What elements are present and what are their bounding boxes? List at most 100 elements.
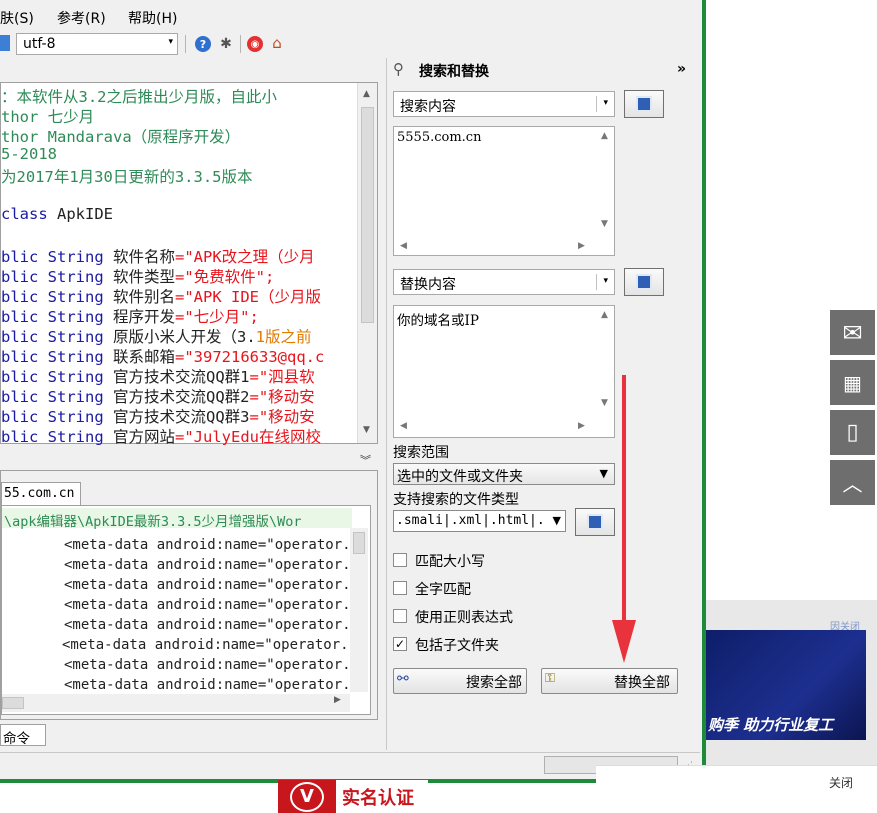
code-token: ="APK IDE（少月版 <box>175 288 321 306</box>
replace-textarea[interactable]: 你的域名或IP ▲ ▼ ◀ ▶ <box>393 305 615 438</box>
ad-banner-text: 购季 助力行业复工 <box>708 716 834 734</box>
option-checkbox[interactable] <box>393 609 407 623</box>
results-hscroll-thumb[interactable] <box>2 697 24 709</box>
option-checkbox[interactable] <box>393 553 407 567</box>
scroll-right-icon[interactable]: ▶ <box>578 241 585 251</box>
result-line[interactable]: <meta-data android:name="operator.c <box>62 637 357 653</box>
code-token: 官方网站 <box>112 428 175 446</box>
code-line: blic String 官方技术交流QQ群2="移动安 <box>1 385 315 407</box>
code-token: blic String <box>1 408 113 426</box>
code-token: 官方技术交流QQ群3 <box>112 408 250 426</box>
result-line[interactable]: <meta-data android:name="operator.c <box>64 657 359 673</box>
code-line: 为2017年1月30日更新的3.3.5版本 <box>1 165 252 187</box>
results-vertical-scrollbar[interactable] <box>350 528 368 692</box>
help-icon[interactable]: ? <box>195 36 211 52</box>
search-options-button[interactable] <box>624 90 664 118</box>
panel-collapse-button[interactable]: » <box>677 61 686 77</box>
scroll-left-icon[interactable]: ◀ <box>400 241 407 251</box>
replace-content-combo[interactable]: 替换内容 ▾ <box>393 269 615 295</box>
scroll-down-icon[interactable]: ▼ <box>601 219 608 229</box>
code-line: 5-2018 <box>1 145 57 163</box>
code-line: class ApkIDE <box>1 205 113 223</box>
code-token: blic String <box>1 428 113 446</box>
save-icon[interactable] <box>0 35 10 51</box>
code-token: 软件名称 <box>112 248 175 266</box>
code-token: 1版之前 <box>255 328 312 346</box>
back-to-top-button[interactable]: ︿ <box>830 460 875 505</box>
menu-skin[interactable]: 肤(S) <box>0 8 34 28</box>
options-icon <box>636 274 652 290</box>
code-token: ="397216633@qq.c <box>175 348 325 366</box>
results-horizontal-scrollbar[interactable]: ▶ <box>2 694 350 712</box>
option-label[interactable]: 匹配大小写 <box>415 551 485 571</box>
code-editor[interactable]: ：本软件从3.2之后推出少月版，自此小 thor 七少月 thor Mandarav… <box>0 82 378 446</box>
editor-scroll-thumb[interactable] <box>361 107 374 323</box>
results-list: \apk编辑器\ApkIDE最新3.3.5少月增强版\Wor <meta-dat… <box>1 505 371 715</box>
search-textarea[interactable]: 5555.com.cn ▲ ▼ ◀ ▶ <box>393 126 615 256</box>
code-token: class <box>1 205 57 223</box>
result-line[interactable]: <meta-data android:name="operator.u <box>64 557 359 573</box>
editor-vertical-scrollbar[interactable]: ▲ ▼ <box>357 83 377 443</box>
code-line: thor 七少月 <box>1 105 94 127</box>
file-types-label: 支持搜索的文件类型 <box>393 492 519 508</box>
scroll-up-icon[interactable]: ▲ <box>601 131 608 141</box>
search-all-button[interactable]: ⚯ 搜索全部 <box>393 668 527 694</box>
qrcode-icon: ▦ <box>843 370 862 395</box>
search-replace-panel: ⚲ 搜索和替换 » 搜索内容 ▾ 5555.com.cn ▲ ▼ ◀ ▶ 替换内… <box>386 58 698 750</box>
file-types-select[interactable]: .smali|.xml|.html|. ▼ <box>393 510 566 532</box>
code-token: blic String <box>1 388 113 406</box>
double-chevron-down-icon[interactable]: ︾ <box>360 452 371 468</box>
ad-close-button[interactable]: 关闭 <box>829 774 853 791</box>
option-label[interactable]: 使用正则表达式 <box>415 607 513 627</box>
menu-reference[interactable]: 参考(R) <box>57 8 106 28</box>
code-token: ="泗县软 <box>249 368 315 386</box>
replace-all-button[interactable]: ⚿ 替换全部 <box>541 668 678 694</box>
code-line: thor Mandarava（原程序开发） <box>1 125 240 147</box>
bug-icon[interactable]: ✱ <box>218 36 234 52</box>
result-line[interactable]: <meta-data android:name="operator.c <box>64 677 359 693</box>
results-tab[interactable]: 55.com.cn <box>1 482 81 505</box>
chevron-down-icon: ▾ <box>168 37 173 47</box>
result-line[interactable]: <meta-data android:name="operator.u <box>64 537 359 553</box>
scroll-up-icon[interactable]: ▲ <box>601 310 608 320</box>
code-token: 软件别名 <box>112 288 175 306</box>
chevron-down-icon: ▾ <box>603 276 608 286</box>
result-line[interactable]: <meta-data android:name="operator.a <box>64 617 359 633</box>
scroll-up-icon[interactable]: ▲ <box>363 89 370 99</box>
option-label[interactable]: 全字匹配 <box>415 579 471 599</box>
option-checkbox[interactable]: ✓ <box>393 637 407 651</box>
result-line[interactable]: <meta-data android:name="operator.u <box>64 577 359 593</box>
search-textarea-hscroll[interactable]: ◀ ▶ <box>394 239 598 255</box>
replace-options-button[interactable] <box>624 268 664 296</box>
option-label[interactable]: 包括子文件夹 <box>415 635 499 655</box>
menu-help[interactable]: 帮助(H) <box>128 8 177 28</box>
replace-textarea-hscroll[interactable]: ◀ ▶ <box>394 419 598 435</box>
scroll-right-icon[interactable]: ▶ <box>334 695 341 705</box>
search-content-combo[interactable]: 搜索内容 ▾ <box>393 91 615 117</box>
encoding-select[interactable]: utf-8 ▾ <box>16 33 178 55</box>
command-tab[interactable]: 命令 <box>0 724 46 747</box>
scroll-right-icon[interactable]: ▶ <box>578 421 585 431</box>
scroll-left-icon[interactable]: ◀ <box>400 421 407 431</box>
chevron-down-icon: ▾ <box>603 98 608 108</box>
mobile-button[interactable]: ▯ <box>830 410 875 455</box>
verification-badge[interactable]: V 实名认证 <box>278 780 428 813</box>
weibo-icon[interactable]: ◉ <box>247 36 263 52</box>
home-icon[interactable]: ⌂ <box>269 34 285 52</box>
results-scroll-thumb[interactable] <box>353 532 365 554</box>
qrcode-button[interactable]: ▦ <box>830 360 875 405</box>
code-token: blic String <box>1 328 113 346</box>
option-checkbox[interactable] <box>393 581 407 595</box>
search-textarea-vscroll[interactable]: ▲ ▼ <box>598 127 614 237</box>
code-line: blic String 原版小米人开发（3.1版之前 <box>1 325 312 347</box>
result-line[interactable]: <meta-data android:name="operator.u <box>64 597 359 613</box>
ad-banner[interactable]: 购季 助力行业复工 <box>706 630 866 740</box>
mail-button[interactable]: ✉ <box>830 310 875 355</box>
scroll-down-icon[interactable]: ▼ <box>601 398 608 408</box>
scroll-down-icon[interactable]: ▼ <box>363 425 370 435</box>
scope-select[interactable]: 选中的文件或文件夹 ▼ <box>393 463 615 485</box>
chevron-down-icon: ▼ <box>552 514 561 527</box>
file-types-options-button[interactable] <box>575 508 615 536</box>
code-token: 为2017年1月30日更新的3.3.5版本 <box>1 168 253 186</box>
results-path-row[interactable]: \apk编辑器\ApkIDE最新3.3.5少月增强版\Wor <box>2 508 352 530</box>
